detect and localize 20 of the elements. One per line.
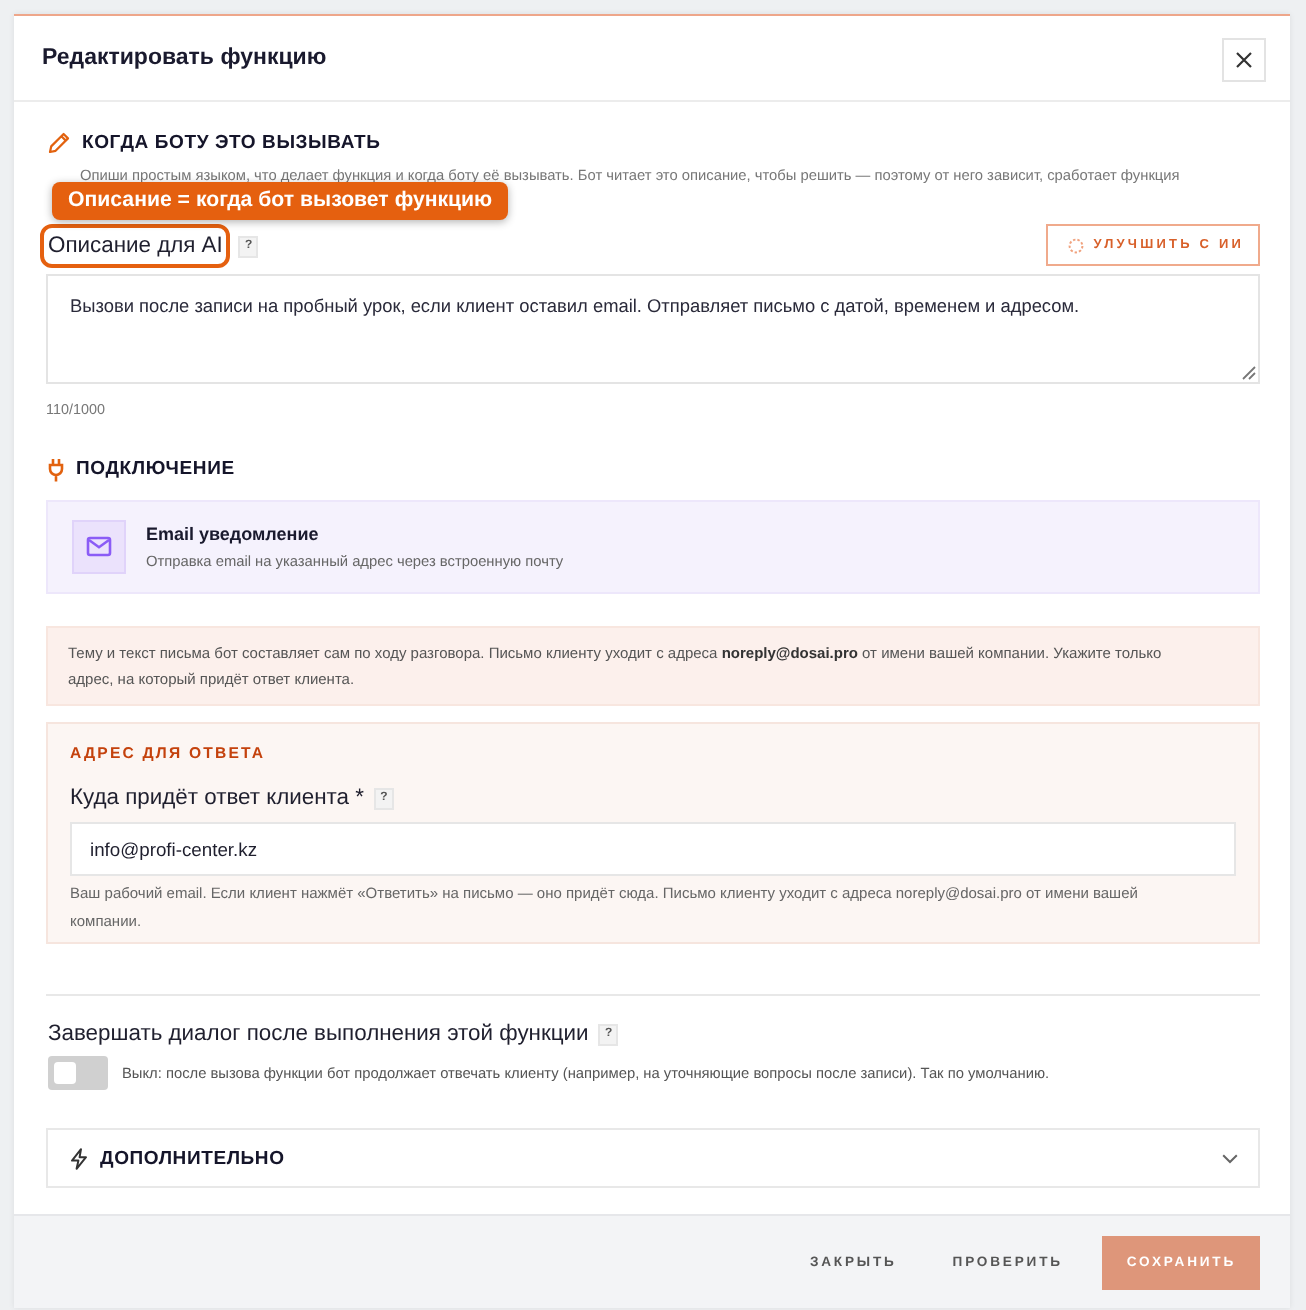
section-heading: КОГДА БОТУ ЭТО ВЫЗЫВАТЬ bbox=[82, 132, 381, 154]
callout-tooltip: Описание = когда бот вызовет функцию bbox=[52, 182, 509, 220]
plug-icon bbox=[48, 457, 64, 481]
spinner-icon bbox=[1067, 237, 1084, 253]
close-button[interactable] bbox=[1222, 38, 1266, 82]
integration-title: Email уведомление bbox=[146, 524, 321, 544]
pencil-icon bbox=[48, 132, 70, 154]
setting-label: Завершать диалог после выполнения этой функции bbox=[48, 1020, 589, 1050]
field-label: Куда придёт ответ клиента * bbox=[70, 784, 364, 814]
lightning-icon bbox=[70, 1147, 88, 1169]
email-input[interactable]: info@profi-center.kz bbox=[70, 822, 1236, 876]
field-label: Описание для AI bbox=[40, 224, 231, 268]
advanced-accordion[interactable]: ДОПОЛНИТЕЛЬНО bbox=[46, 1128, 1260, 1188]
resize-handle-icon bbox=[1242, 366, 1256, 380]
description-textarea[interactable]: Вызови после записи на пробный урок, если клиент оставил email. Отправляет письмо с датой, временем и адресом. bbox=[46, 274, 1260, 384]
section-heading: ПОДКЛЮЧЕНИЕ bbox=[76, 458, 235, 480]
close-icon bbox=[1236, 52, 1252, 68]
toggle-switch[interactable] bbox=[48, 1056, 108, 1090]
mail-icon bbox=[72, 520, 126, 574]
dialog-title: Редактировать функцию bbox=[42, 46, 327, 70]
